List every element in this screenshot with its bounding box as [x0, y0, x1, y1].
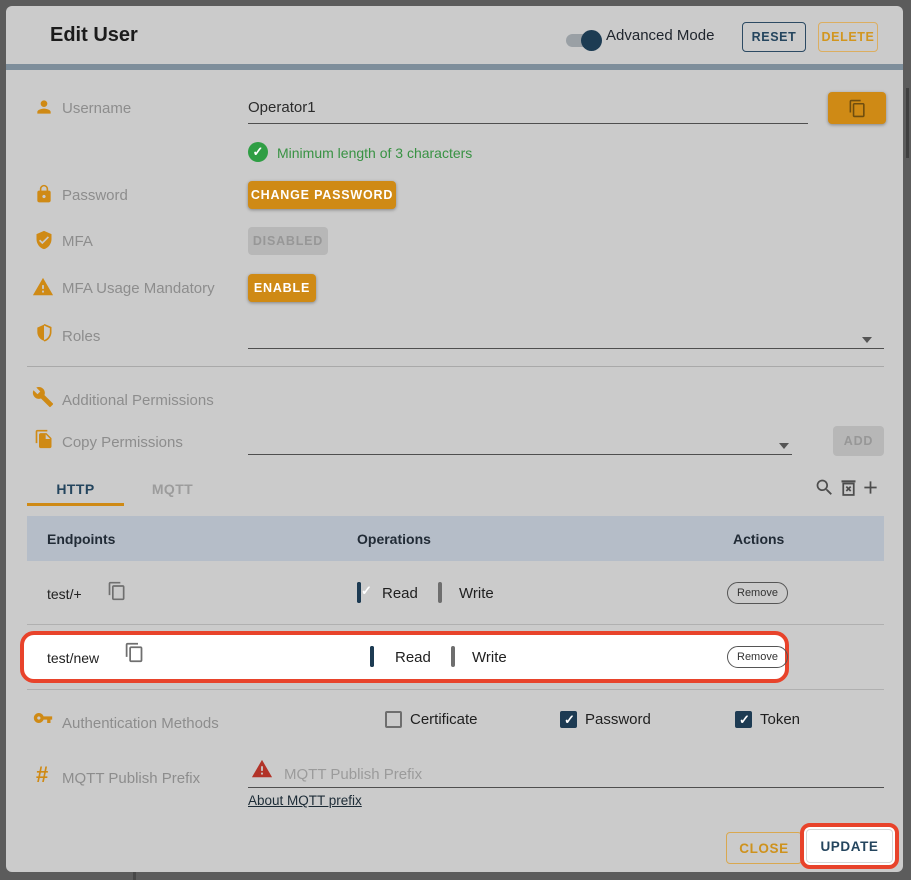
copy-endpoint-icon[interactable]: [107, 581, 127, 606]
mfa-mandatory-label: MFA Usage Mandatory: [62, 280, 215, 297]
wrench-icon: [32, 386, 54, 413]
mfa-disabled-button: DISABLED: [248, 227, 328, 255]
copy-file-icon: [34, 429, 54, 454]
active-tab-underline: [27, 503, 124, 506]
add-permission-button: ADD: [833, 426, 884, 456]
update-button[interactable]: UPDATE: [806, 829, 893, 863]
copy-icon: [848, 99, 867, 118]
check-circle-icon: ✓: [248, 142, 268, 162]
mfa-enable-button[interactable]: ENABLE: [248, 274, 316, 302]
additional-permissions-label: Additional Permissions: [62, 392, 214, 409]
password-checkbox[interactable]: [560, 711, 577, 728]
table-row: test/new Read Write Remove: [27, 625, 884, 690]
lock-icon: [34, 184, 54, 209]
username-input[interactable]: [248, 92, 808, 124]
auth-option-token: Token: [735, 711, 800, 728]
copy-permissions-select[interactable]: [248, 428, 792, 455]
hash-icon: #: [36, 762, 48, 788]
reset-button[interactable]: RESET: [742, 22, 806, 52]
token-label: Token: [760, 711, 800, 728]
chevron-down-icon[interactable]: [862, 337, 872, 343]
write-label: Write: [459, 585, 494, 602]
remove-button[interactable]: Remove: [727, 582, 788, 604]
username-hint: Minimum length of 3 characters: [277, 145, 472, 161]
endpoint-value: test/new: [47, 650, 99, 666]
about-mqtt-prefix-link[interactable]: About MQTT prefix: [248, 793, 362, 808]
read-checkbox[interactable]: [357, 582, 361, 603]
add-icon[interactable]: [860, 477, 881, 498]
remove-button[interactable]: Remove: [727, 646, 788, 668]
copy-permissions-label: Copy Permissions: [62, 434, 183, 451]
page-title: Edit User: [50, 6, 138, 64]
delete-button[interactable]: DELETE: [818, 22, 878, 52]
password-label: Password: [585, 711, 651, 728]
auth-methods-label: Authentication Methods: [62, 715, 219, 732]
read-label: Read: [382, 585, 418, 602]
auth-option-password: Password: [560, 711, 651, 728]
write-label: Write: [472, 649, 507, 666]
col-operations: Operations: [357, 516, 431, 561]
certificate-checkbox[interactable]: [385, 711, 402, 728]
mfa-label: MFA: [62, 233, 93, 250]
roles-label: Roles: [62, 328, 100, 345]
password-label: Password: [62, 187, 128, 204]
roles-select[interactable]: [248, 322, 884, 349]
advanced-mode-label: Advanced Mode: [606, 6, 714, 64]
search-icon[interactable]: [814, 477, 835, 498]
read-label: Read: [395, 649, 431, 666]
col-actions: Actions: [733, 516, 784, 561]
username-label: Username: [62, 100, 131, 117]
table-header: Endpoints Operations Actions: [27, 516, 884, 561]
copy-username-button[interactable]: [828, 92, 886, 124]
key-icon: [30, 708, 56, 733]
auth-option-certificate: Certificate: [385, 711, 478, 728]
copy-endpoint-icon[interactable]: [124, 642, 145, 668]
tab-http[interactable]: HTTP: [27, 474, 124, 503]
shield-half-icon: [34, 323, 54, 348]
delete-all-icon[interactable]: [838, 477, 859, 498]
warning-triangle-icon: [32, 276, 54, 303]
person-icon: [34, 97, 54, 122]
write-checkbox[interactable]: [438, 582, 442, 603]
certificate-label: Certificate: [410, 711, 478, 728]
chevron-down-icon[interactable]: [779, 443, 789, 449]
endpoint-value: test/+: [47, 586, 82, 602]
close-button[interactable]: CLOSE: [726, 832, 802, 864]
background-divider: [133, 872, 136, 880]
col-endpoints: Endpoints: [47, 516, 115, 561]
update-highlight-ring: UPDATE: [800, 823, 899, 869]
read-checkbox[interactable]: [370, 646, 374, 667]
header-divider: [6, 64, 903, 70]
shield-check-icon: [34, 230, 54, 255]
advanced-mode-toggle[interactable]: [566, 34, 598, 47]
error-triangle-icon: [251, 758, 273, 785]
token-checkbox[interactable]: [735, 711, 752, 728]
mqtt-prefix-label: MQTT Publish Prefix: [62, 770, 200, 787]
edit-user-dialog: Edit User Advanced Mode RESET DELETE Use…: [6, 6, 903, 872]
write-checkbox[interactable]: [451, 646, 455, 667]
tab-mqtt[interactable]: MQTT: [124, 474, 221, 503]
mqtt-prefix-input[interactable]: [248, 761, 884, 788]
section-divider: [27, 366, 884, 367]
toggle-thumb: [581, 30, 602, 51]
change-password-button[interactable]: CHANGE PASSWORD: [248, 181, 396, 209]
table-row: test/+ Read Write Remove: [27, 561, 884, 625]
scrollbar-thumb[interactable]: [906, 88, 909, 158]
